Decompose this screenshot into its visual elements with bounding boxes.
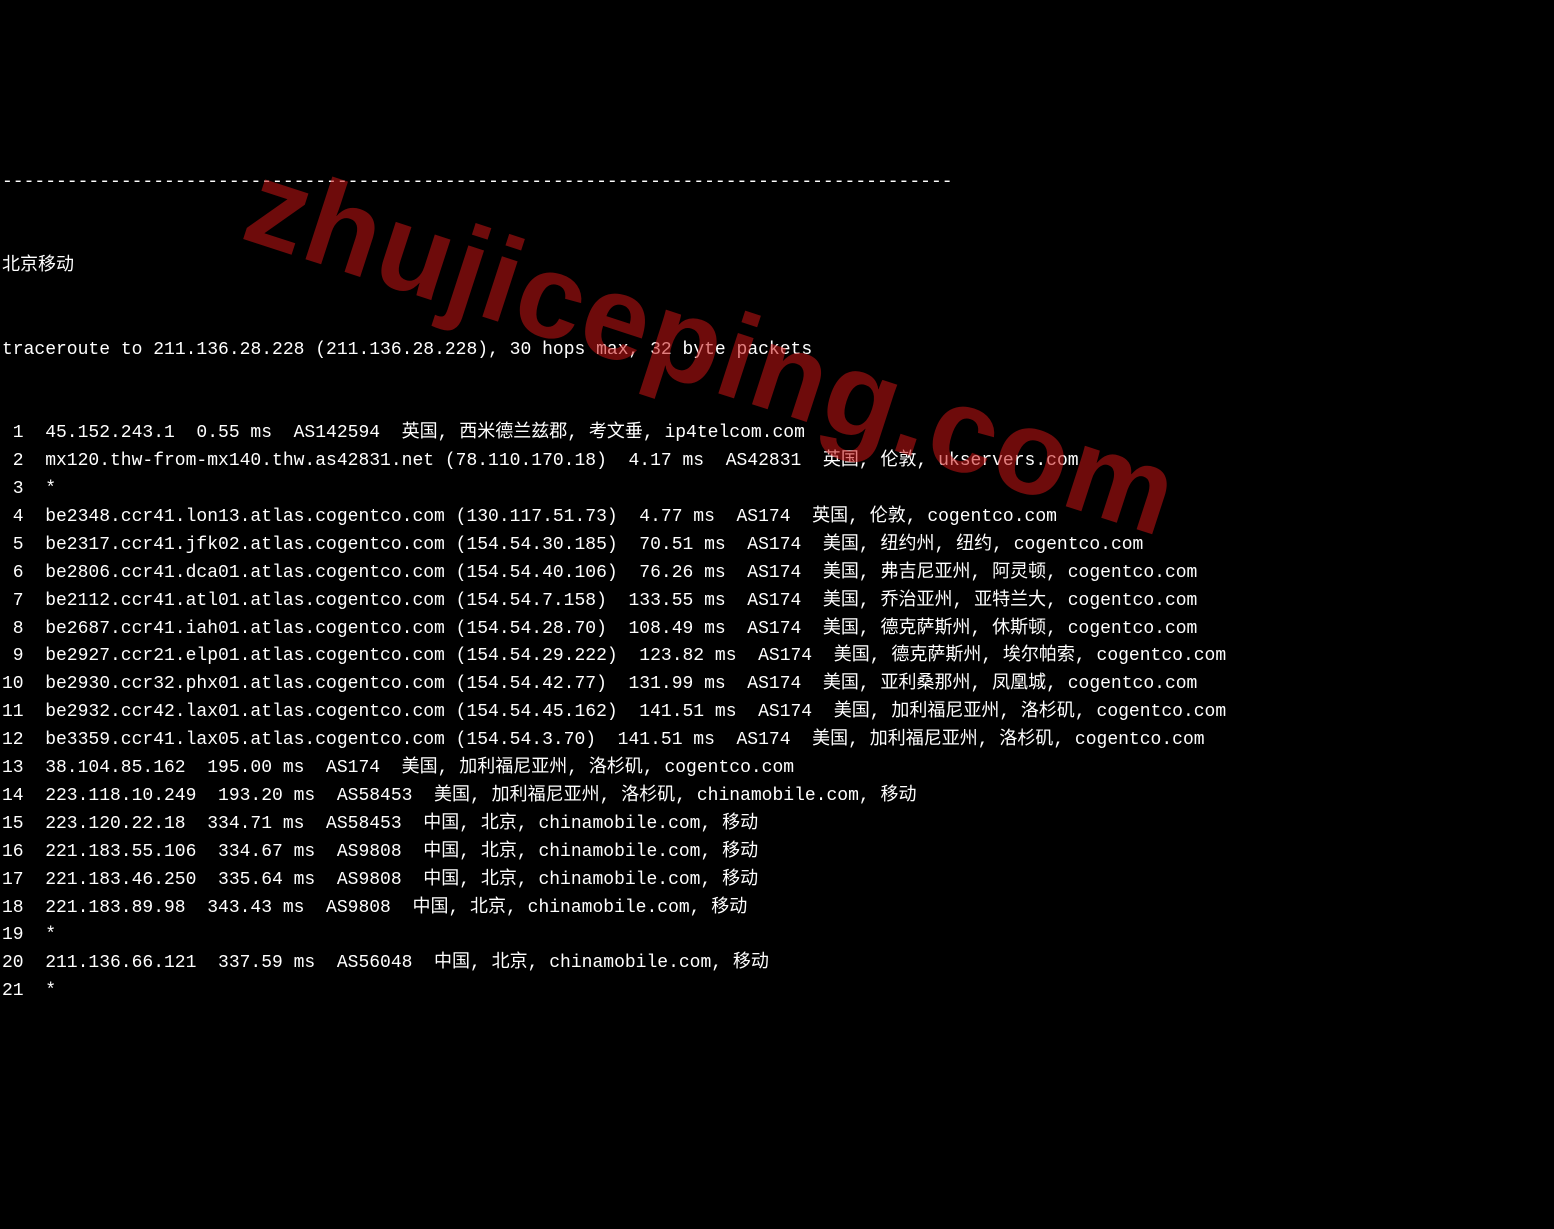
hop-line: 14 223.118.10.249 193.20 ms AS58453 美国, … [2, 783, 1554, 811]
hop-detail: 221.183.89.98 343.43 ms AS9808 中国, 北京, c… [45, 898, 747, 918]
hop-line: 21 * [2, 978, 1554, 1006]
hop-line: 10 be2930.ccr32.phx01.atlas.cogentco.com… [2, 671, 1554, 699]
hop-detail: be2112.ccr41.atl01.atlas.cogentco.com (1… [45, 591, 1197, 611]
hop-number: 14 [2, 783, 24, 811]
hop-number: 3 [2, 476, 24, 504]
hop-detail: be2348.ccr41.lon13.atlas.cogentco.com (1… [45, 507, 1057, 527]
hop-number: 21 [2, 978, 24, 1006]
hop-line: 16 221.183.55.106 334.67 ms AS9808 中国, 北… [2, 839, 1554, 867]
hop-line: 1 45.152.243.1 0.55 ms AS142594 英国, 西米德兰… [2, 420, 1554, 448]
hop-detail: be3359.ccr41.lax05.atlas.cogentco.com (1… [45, 730, 1204, 750]
hop-detail: 221.183.46.250 335.64 ms AS9808 中国, 北京, … [45, 870, 758, 890]
trace-header: traceroute to 211.136.28.228 (211.136.28… [2, 337, 1554, 365]
hop-line: 13 38.104.85.162 195.00 ms AS174 美国, 加利福… [2, 755, 1554, 783]
hop-number: 19 [2, 922, 24, 950]
hop-detail: be2930.ccr32.phx01.atlas.cogentco.com (1… [45, 674, 1197, 694]
hop-number: 7 [2, 588, 24, 616]
hop-line: 17 221.183.46.250 335.64 ms AS9808 中国, 北… [2, 867, 1554, 895]
hop-number: 2 [2, 448, 24, 476]
hop-detail: 45.152.243.1 0.55 ms AS142594 英国, 西米德兰兹郡… [45, 423, 805, 443]
hop-detail: 221.183.55.106 334.67 ms AS9808 中国, 北京, … [45, 842, 758, 862]
hop-line: 5 be2317.ccr41.jfk02.atlas.cogentco.com … [2, 532, 1554, 560]
hop-line: 19 * [2, 922, 1554, 950]
hop-line: 6 be2806.ccr41.dca01.atlas.cogentco.com … [2, 560, 1554, 588]
hop-line: 20 211.136.66.121 337.59 ms AS56048 中国, … [2, 950, 1554, 978]
hop-detail: * [45, 925, 56, 945]
hop-line: 11 be2932.ccr42.lax01.atlas.cogentco.com… [2, 699, 1554, 727]
hop-line: 12 be3359.ccr41.lax05.atlas.cogentco.com… [2, 727, 1554, 755]
hop-number: 12 [2, 727, 24, 755]
hop-line: 4 be2348.ccr41.lon13.atlas.cogentco.com … [2, 504, 1554, 532]
hop-number: 8 [2, 616, 24, 644]
hop-number: 1 [2, 420, 24, 448]
hop-number: 5 [2, 532, 24, 560]
hop-number: 15 [2, 811, 24, 839]
hop-detail: 223.120.22.18 334.71 ms AS58453 中国, 北京, … [45, 814, 758, 834]
hop-detail: be2932.ccr42.lax01.atlas.cogentco.com (1… [45, 702, 1226, 722]
hop-detail: * [45, 479, 56, 499]
hop-line: 7 be2112.ccr41.atl01.atlas.cogentco.com … [2, 588, 1554, 616]
hop-number: 11 [2, 699, 24, 727]
hop-number: 9 [2, 643, 24, 671]
hop-detail: * [45, 981, 56, 1001]
hop-detail: be2317.ccr41.jfk02.atlas.cogentco.com (1… [45, 535, 1143, 555]
hop-number: 6 [2, 560, 24, 588]
hop-line: 18 221.183.89.98 343.43 ms AS9808 中国, 北京… [2, 895, 1554, 923]
hop-number: 20 [2, 950, 24, 978]
hop-detail: be2806.ccr41.dca01.atlas.cogentco.com (1… [45, 563, 1197, 583]
hop-detail: be2687.ccr41.iah01.atlas.cogentco.com (1… [45, 619, 1197, 639]
hop-number: 4 [2, 504, 24, 532]
hop-detail: mx120.thw-from-mx140.thw.as42831.net (78… [45, 451, 1078, 471]
hop-line: 9 be2927.ccr21.elp01.atlas.cogentco.com … [2, 643, 1554, 671]
hop-number: 17 [2, 867, 24, 895]
terminal-output: ----------------------------------------… [0, 112, 1554, 1034]
hop-line: 2 mx120.thw-from-mx140.thw.as42831.net (… [2, 448, 1554, 476]
hop-number: 10 [2, 671, 24, 699]
section-divider: ----------------------------------------… [2, 169, 1554, 197]
hop-line: 15 223.120.22.18 334.71 ms AS58453 中国, 北… [2, 811, 1554, 839]
hop-detail: be2927.ccr21.elp01.atlas.cogentco.com (1… [45, 646, 1226, 666]
hop-number: 13 [2, 755, 24, 783]
hop-detail: 211.136.66.121 337.59 ms AS56048 中国, 北京,… [45, 953, 769, 973]
hop-detail: 223.118.10.249 193.20 ms AS58453 美国, 加利福… [45, 786, 916, 806]
trace-title: 北京移动 [2, 253, 1554, 281]
hop-number: 16 [2, 839, 24, 867]
hop-number: 18 [2, 895, 24, 923]
hop-line: 8 be2687.ccr41.iah01.atlas.cogentco.com … [2, 616, 1554, 644]
hop-detail: 38.104.85.162 195.00 ms AS174 美国, 加利福尼亚州… [45, 758, 794, 778]
hop-list: 1 45.152.243.1 0.55 ms AS142594 英国, 西米德兰… [2, 420, 1554, 1006]
hop-line: 3 * [2, 476, 1554, 504]
